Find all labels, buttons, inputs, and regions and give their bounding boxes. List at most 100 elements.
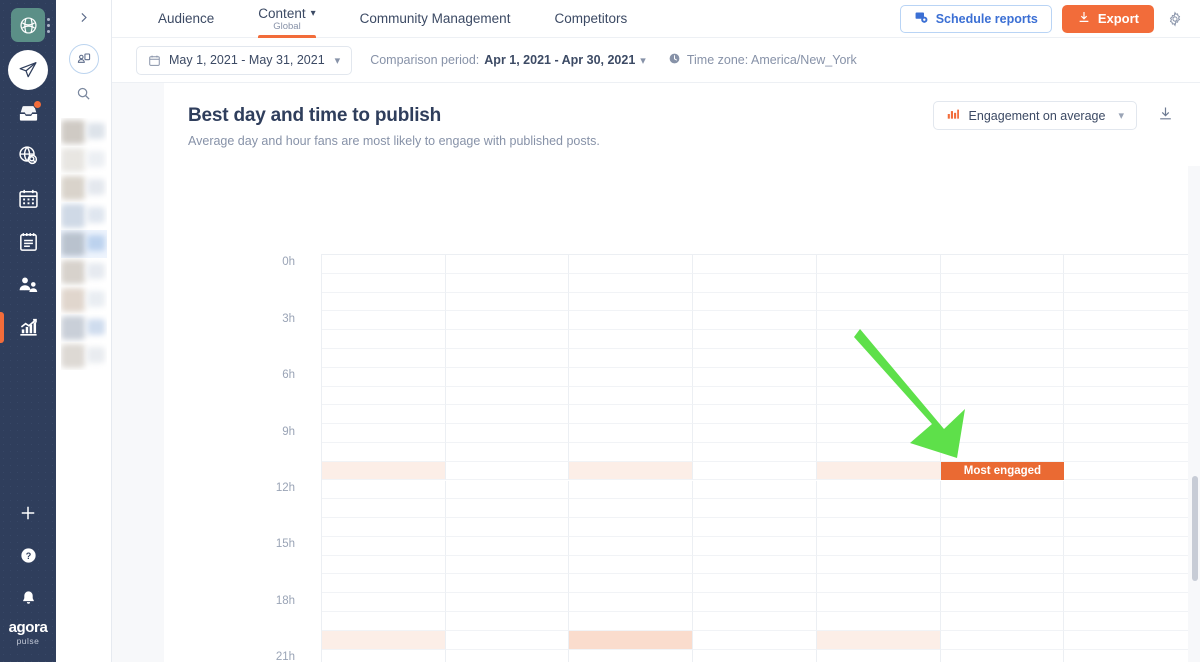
expand-panel-button[interactable] xyxy=(56,0,111,38)
date-range-picker[interactable]: May 1, 2021 - May 31, 2021 ▾ xyxy=(136,45,353,75)
heatmap-cell[interactable] xyxy=(1064,555,1188,575)
heatmap-cell[interactable] xyxy=(816,480,941,500)
heatmap-cell[interactable] xyxy=(322,480,446,500)
heatmap-cell[interactable] xyxy=(816,518,941,537)
heatmap-cell[interactable] xyxy=(322,255,446,274)
heatmap-cell[interactable] xyxy=(693,518,817,537)
heatmap-cell[interactable] xyxy=(569,630,694,650)
heatmap-cell[interactable] xyxy=(445,480,570,500)
heatmap-cell[interactable] xyxy=(693,348,817,368)
heatmap-cell[interactable] xyxy=(693,461,817,481)
heatmap-cell[interactable] xyxy=(816,367,941,387)
heatmap-cell[interactable] xyxy=(322,518,446,537)
heatmap-cell[interactable] xyxy=(322,461,446,481)
profile-list-item[interactable] xyxy=(60,146,107,174)
sidebar-item-content-library[interactable] xyxy=(0,220,56,263)
sidebar-item-team[interactable] xyxy=(0,263,56,306)
heatmap-cell[interactable] xyxy=(322,330,446,349)
heatmap-cell[interactable] xyxy=(693,480,817,500)
sidebar-item-reports[interactable] xyxy=(0,306,56,349)
heatmap-cell[interactable] xyxy=(693,367,817,387)
profile-list-item[interactable] xyxy=(60,258,107,286)
heatmap-cell[interactable] xyxy=(445,348,570,368)
notifications-button[interactable] xyxy=(0,577,56,620)
heatmap-cell[interactable] xyxy=(569,348,694,368)
heatmap-cell[interactable] xyxy=(322,405,446,425)
comparison-period[interactable]: Comparison period: Apr 1, 2021 - Apr 30,… xyxy=(370,53,646,67)
heatmap-cell[interactable] xyxy=(940,442,1065,462)
heatmap-cell[interactable] xyxy=(940,612,1065,631)
tab-community-management[interactable]: Community Management xyxy=(338,0,533,38)
heatmap-cell[interactable] xyxy=(816,311,941,331)
most-engaged-cell[interactable]: Most engaged xyxy=(940,461,1065,481)
heatmap-cell[interactable] xyxy=(445,424,570,443)
heatmap-cell[interactable] xyxy=(1064,593,1188,613)
heatmap-grid[interactable]: Most engaged xyxy=(321,254,1189,662)
heatmap-cell[interactable] xyxy=(569,330,694,349)
heatmap-cell[interactable] xyxy=(940,405,1065,425)
heatmap-cell[interactable] xyxy=(940,518,1065,537)
heatmap-cell[interactable] xyxy=(816,461,941,481)
heatmap-cell[interactable] xyxy=(816,292,941,312)
heatmap-cell[interactable] xyxy=(322,292,446,312)
heatmap-cell[interactable] xyxy=(1064,461,1188,481)
heatmap-cell[interactable] xyxy=(816,649,941,662)
heatmap-cell[interactable] xyxy=(693,273,817,293)
heatmap-cell[interactable] xyxy=(693,330,817,349)
heatmap-cell[interactable] xyxy=(445,649,570,662)
heatmap-cell[interactable] xyxy=(1064,649,1188,662)
heatmap-cell[interactable] xyxy=(569,480,694,500)
search-icon[interactable] xyxy=(76,86,91,106)
heatmap-cell[interactable] xyxy=(693,405,817,425)
heatmap-cell[interactable] xyxy=(816,330,941,349)
vertical-scrollbar[interactable] xyxy=(1192,476,1198,581)
heatmap-cell[interactable] xyxy=(940,367,1065,387)
heatmap-cell[interactable] xyxy=(445,518,570,537)
heatmap-cell[interactable] xyxy=(569,574,694,594)
heatmap-cell[interactable] xyxy=(569,649,694,662)
heatmap-cell[interactable] xyxy=(940,480,1065,500)
heatmap-cell[interactable] xyxy=(816,405,941,425)
heatmap-cell[interactable] xyxy=(569,311,694,331)
heatmap-cell[interactable] xyxy=(322,593,446,613)
heatmap-cell[interactable] xyxy=(816,536,941,556)
heatmap-cell[interactable] xyxy=(693,593,817,613)
heatmap-cell[interactable] xyxy=(816,630,941,650)
heatmap-cell[interactable] xyxy=(1064,612,1188,631)
heatmap-cell[interactable] xyxy=(322,424,446,443)
heatmap-cell[interactable] xyxy=(940,630,1065,650)
heatmap-cell[interactable] xyxy=(569,461,694,481)
heatmap-cell[interactable] xyxy=(1064,292,1188,312)
sidebar-item-listening[interactable] xyxy=(0,134,56,177)
heatmap-cell[interactable] xyxy=(940,255,1065,274)
heatmap-cell[interactable] xyxy=(816,574,941,594)
heatmap-cell[interactable] xyxy=(322,612,446,631)
heatmap-cell[interactable] xyxy=(693,649,817,662)
heatmap-cell[interactable] xyxy=(569,518,694,537)
heatmap-cell[interactable] xyxy=(693,292,817,312)
heatmap-cell[interactable] xyxy=(940,330,1065,349)
heatmap-cell[interactable] xyxy=(445,461,570,481)
heatmap-cell[interactable] xyxy=(1064,536,1188,556)
heatmap-cell[interactable] xyxy=(816,386,941,406)
profile-list-item[interactable] xyxy=(60,342,107,370)
agorapulse-logo-icon[interactable] xyxy=(11,8,45,42)
heatmap-cell[interactable] xyxy=(569,405,694,425)
gear-icon[interactable] xyxy=(1164,10,1186,27)
heatmap-cell[interactable] xyxy=(569,255,694,274)
tab-audience[interactable]: Audience xyxy=(136,0,236,38)
heatmap-cell[interactable] xyxy=(816,593,941,613)
profile-list-item[interactable] xyxy=(60,118,107,146)
heatmap-cell[interactable] xyxy=(693,630,817,650)
heatmap-cell[interactable] xyxy=(445,405,570,425)
heatmap-cell[interactable] xyxy=(445,367,570,387)
heatmap-cell[interactable] xyxy=(940,499,1065,519)
heatmap-cell[interactable] xyxy=(1064,499,1188,519)
heatmap-cell[interactable] xyxy=(1064,273,1188,293)
profile-list-item[interactable] xyxy=(60,314,107,342)
heatmap-cell[interactable] xyxy=(322,536,446,556)
heatmap-cell[interactable] xyxy=(816,424,941,443)
heatmap-cell[interactable] xyxy=(693,424,817,443)
heatmap-cell[interactable] xyxy=(816,612,941,631)
heatmap-cell[interactable] xyxy=(693,255,817,274)
